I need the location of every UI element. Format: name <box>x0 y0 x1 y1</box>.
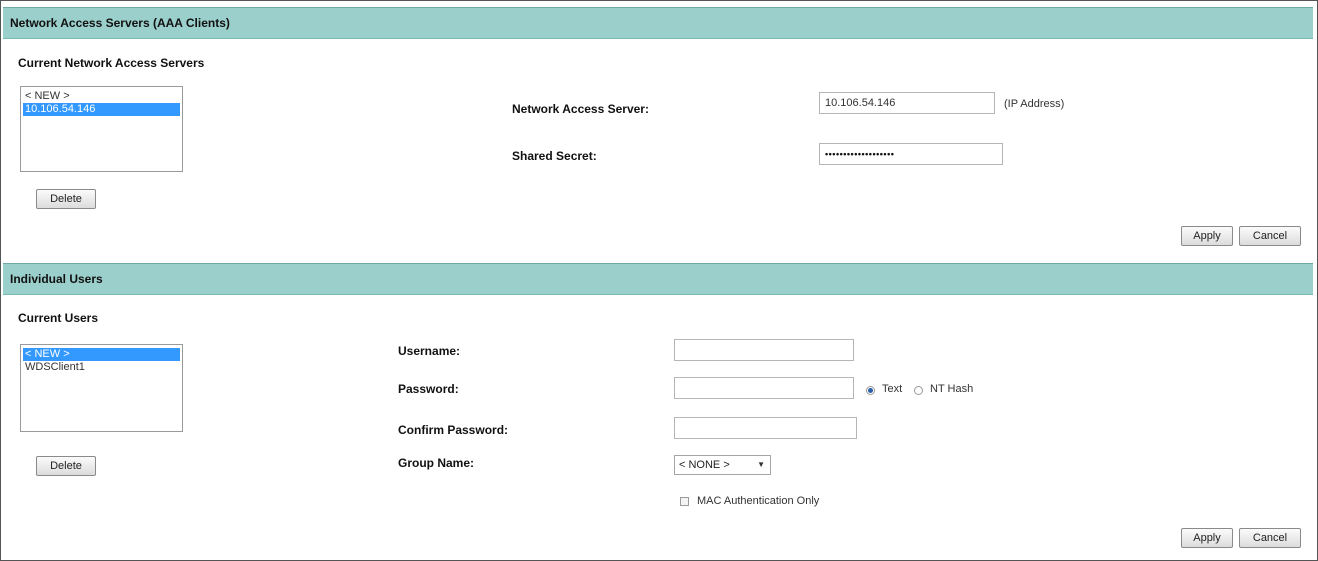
users-section-header: Individual Users <box>3 263 1313 295</box>
users-listbox[interactable]: < NEW > WDSClient1 <box>20 344 183 432</box>
nas-cancel-button[interactable]: Cancel <box>1239 226 1301 246</box>
nas-delete-button[interactable]: Delete <box>36 189 96 209</box>
nas-apply-button[interactable]: Apply <box>1181 226 1233 246</box>
list-item[interactable]: WDSClient1 <box>23 361 180 374</box>
nas-server-label: Network Access Server: <box>512 102 649 116</box>
mac-auth-checkbox[interactable] <box>680 497 689 506</box>
list-item[interactable]: 10.106.54.146 <box>23 103 180 116</box>
confirm-password-label: Confirm Password: <box>398 423 509 437</box>
users-apply-button[interactable]: Apply <box>1181 528 1233 548</box>
password-type-nthash-radio[interactable] <box>914 386 923 395</box>
username-input[interactable] <box>674 339 854 361</box>
nas-list-title: Current Network Access Servers <box>18 56 205 70</box>
nas-listbox[interactable]: < NEW > 10.106.54.146 <box>20 86 183 172</box>
shared-secret-input[interactable]: ••••••••••••••••••• <box>819 143 1003 165</box>
nas-section-header: Network Access Servers (AAA Clients) <box>3 7 1313 39</box>
mac-auth-label: MAC Authentication Only <box>697 495 820 507</box>
users-delete-button[interactable]: Delete <box>36 456 96 476</box>
password-type-text-label: Text <box>882 383 903 395</box>
password-type-text-radio[interactable] <box>866 386 875 395</box>
password-type-nthash-label: NT Hash <box>930 383 974 395</box>
group-name-label: Group Name: <box>398 456 475 470</box>
nas-server-hint: (IP Address) <box>1004 98 1065 110</box>
group-name-select[interactable]: < NONE > ▼ <box>674 455 771 475</box>
password-input[interactable] <box>674 377 854 399</box>
password-label: Password: <box>398 382 459 396</box>
users-list-title: Current Users <box>18 311 99 325</box>
username-label: Username: <box>398 344 461 358</box>
list-item[interactable]: < NEW > <box>23 90 180 103</box>
nas-server-input[interactable]: 10.106.54.146 <box>819 92 995 114</box>
list-item[interactable]: < NEW > <box>23 348 180 361</box>
confirm-password-input[interactable] <box>674 417 857 439</box>
users-cancel-button[interactable]: Cancel <box>1239 528 1301 548</box>
shared-secret-label: Shared Secret: <box>512 149 597 163</box>
group-name-value: < NONE > <box>679 459 730 471</box>
chevron-down-icon: ▼ <box>757 460 765 469</box>
